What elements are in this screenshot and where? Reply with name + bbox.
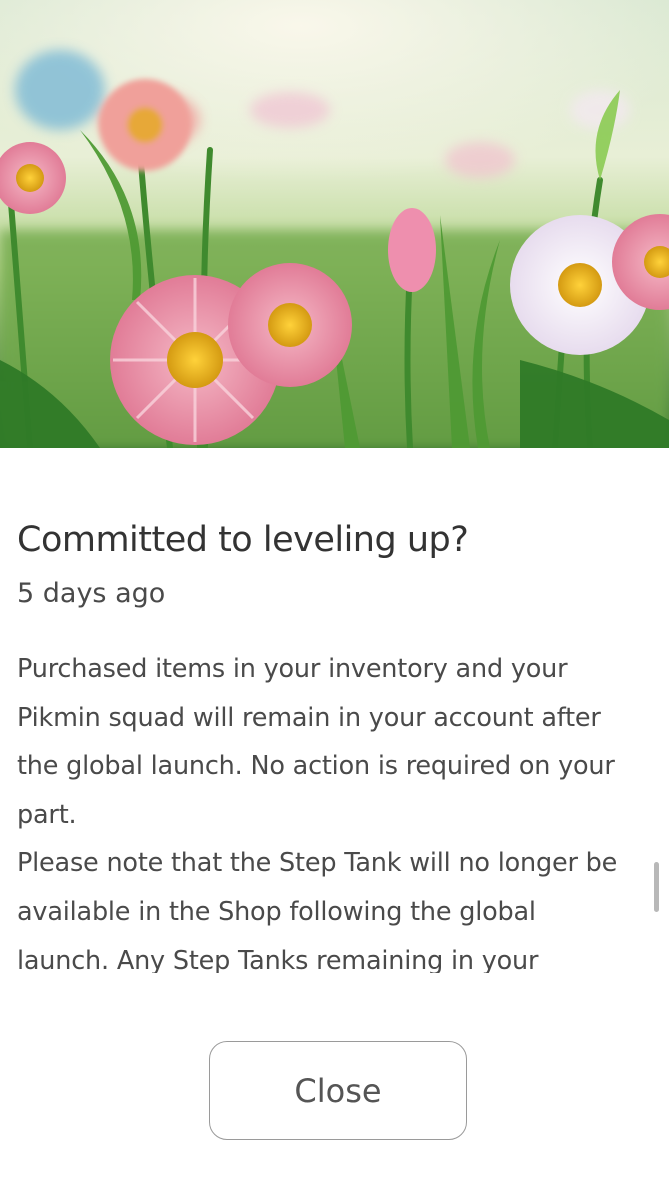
announcement-body: Purchased items in your inventory and yo… [17,654,618,973]
close-button-label: Close [294,1071,382,1110]
announcement-title: Committed to leveling up? [17,520,469,560]
close-button[interactable]: Close [209,1041,467,1140]
scrollbar-thumb[interactable] [654,862,659,912]
announcement-header: Committed to leveling up? 5 days ago [17,515,657,613]
hero-image [0,0,669,448]
announcement-date: 5 days ago [17,578,166,609]
announcement-body-scroll[interactable]: Purchased items in your inventory and yo… [17,645,657,973]
